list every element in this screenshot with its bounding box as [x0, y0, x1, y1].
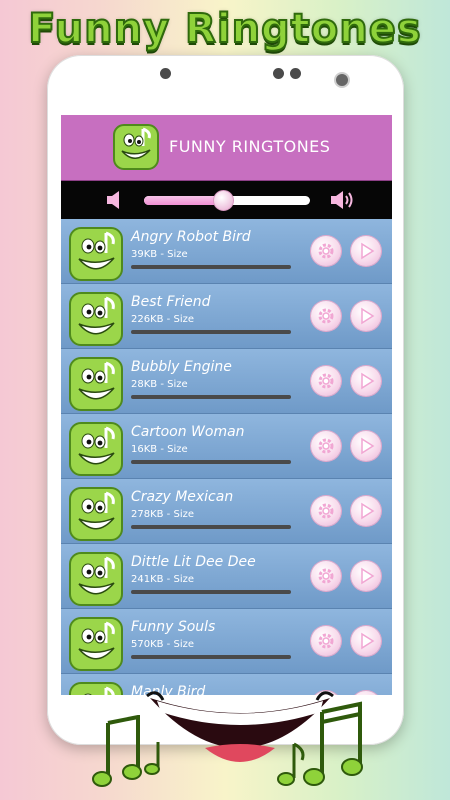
camera-dot: [290, 68, 301, 79]
music-note-icon: [144, 742, 160, 775]
set-ringtone-button[interactable]: [311, 236, 341, 266]
volume-bar: [61, 181, 392, 219]
ringtone-size: 28KB - Size: [131, 379, 188, 390]
app-screen: FUNNY RINGTONES Angry Robot Bird 39KB - S…: [61, 115, 392, 695]
ringtone-progress: [131, 590, 291, 594]
play-button[interactable]: [351, 691, 381, 695]
smiley-note-icon: [69, 552, 123, 606]
play-icon: [361, 632, 375, 650]
promo-title: Funny Ringtones: [27, 5, 422, 53]
ringtone-name: Best Friend: [131, 294, 211, 310]
play-icon: [361, 307, 375, 325]
gear-icon: [318, 438, 334, 454]
ringtone-name: Crazy Mexican: [131, 489, 234, 505]
set-ringtone-button[interactable]: [311, 626, 341, 656]
ringtone-name: Funny Souls: [131, 619, 216, 635]
front-camera: [334, 72, 350, 88]
play-button[interactable]: [351, 561, 381, 591]
ringtone-progress: [131, 265, 291, 269]
gear-icon: [318, 373, 334, 389]
ringtone-size: 278KB - Size: [131, 509, 194, 520]
set-ringtone-button[interactable]: [311, 431, 341, 461]
play-icon: [361, 567, 375, 585]
ringtone-name: Bubbly Engine: [131, 359, 232, 375]
play-icon: [361, 502, 375, 520]
gear-icon: [318, 243, 334, 259]
ringtone-list: Angry Robot Bird 39KB - Size Best Friend 22…: [61, 219, 392, 695]
smiley-note-icon: [113, 124, 159, 170]
camera-dot: [273, 68, 284, 79]
ringtone-row[interactable]: Dittle Lit Dee Dee 241KB - Size: [61, 544, 392, 609]
speaker-high-icon[interactable]: [329, 188, 357, 212]
play-icon: [361, 242, 375, 260]
ringtone-progress: [131, 395, 291, 399]
ringtone-size: 570KB - Size: [131, 639, 194, 650]
ringtone-row[interactable]: Best Friend 226KB - Size: [61, 284, 392, 349]
set-ringtone-button[interactable]: [311, 366, 341, 396]
ringtone-size: 226KB - Size: [131, 314, 194, 325]
ringtone-size: 16KB - Size: [131, 444, 188, 455]
ringtone-name: Angry Robot Bird: [131, 229, 251, 245]
play-button[interactable]: [351, 496, 381, 526]
volume-fill: [144, 196, 223, 205]
smiley-note-icon: [69, 617, 123, 671]
play-button[interactable]: [351, 431, 381, 461]
ringtone-progress: [131, 460, 291, 464]
play-button[interactable]: [351, 236, 381, 266]
ringtone-progress: [131, 655, 291, 659]
smiley-note-icon: [69, 357, 123, 411]
play-button[interactable]: [351, 301, 381, 331]
set-ringtone-button[interactable]: [311, 301, 341, 331]
ringtone-row[interactable]: Crazy Mexican 278KB - Size: [61, 479, 392, 544]
sensor-dot: [160, 68, 171, 79]
speaker-low-icon[interactable]: [105, 189, 125, 211]
smiley-note-icon: [69, 682, 123, 695]
play-icon: [361, 437, 375, 455]
gear-icon: [318, 633, 334, 649]
music-note-icon: [303, 701, 363, 786]
smiley-note-icon: [69, 487, 123, 541]
ringtone-row[interactable]: Funny Souls 570KB - Size: [61, 609, 392, 674]
gear-icon: [318, 503, 334, 519]
ringtone-row[interactable]: Bubbly Engine 28KB - Size: [61, 349, 392, 414]
ringtone-progress: [131, 525, 291, 529]
ringtone-name: Dittle Lit Dee Dee: [131, 554, 256, 570]
play-button[interactable]: [351, 626, 381, 656]
gear-icon: [318, 568, 334, 584]
volume-slider[interactable]: [144, 190, 310, 211]
smiley-note-icon: [69, 292, 123, 346]
ringtone-row[interactable]: Cartoon Woman 16KB - Size: [61, 414, 392, 479]
set-ringtone-button[interactable]: [311, 561, 341, 591]
set-ringtone-button[interactable]: [311, 496, 341, 526]
ringtone-size: 39KB - Size: [131, 249, 188, 260]
ringtone-size: 241KB - Size: [131, 574, 194, 585]
ringtone-row[interactable]: Angry Robot Bird 39KB - Size: [61, 219, 392, 284]
smiley-note-icon: [69, 227, 123, 281]
ringtone-progress: [131, 330, 291, 334]
ringtone-name: Cartoon Woman: [131, 424, 245, 440]
play-button[interactable]: [351, 366, 381, 396]
app-header: FUNNY RINGTONES: [61, 115, 392, 181]
music-note-icon: [92, 715, 142, 787]
page-title: FUNNY RINGTONES: [169, 137, 331, 156]
smiley-note-icon: [69, 422, 123, 476]
play-icon: [361, 372, 375, 390]
volume-thumb[interactable]: [213, 190, 235, 211]
gear-icon: [318, 308, 334, 324]
